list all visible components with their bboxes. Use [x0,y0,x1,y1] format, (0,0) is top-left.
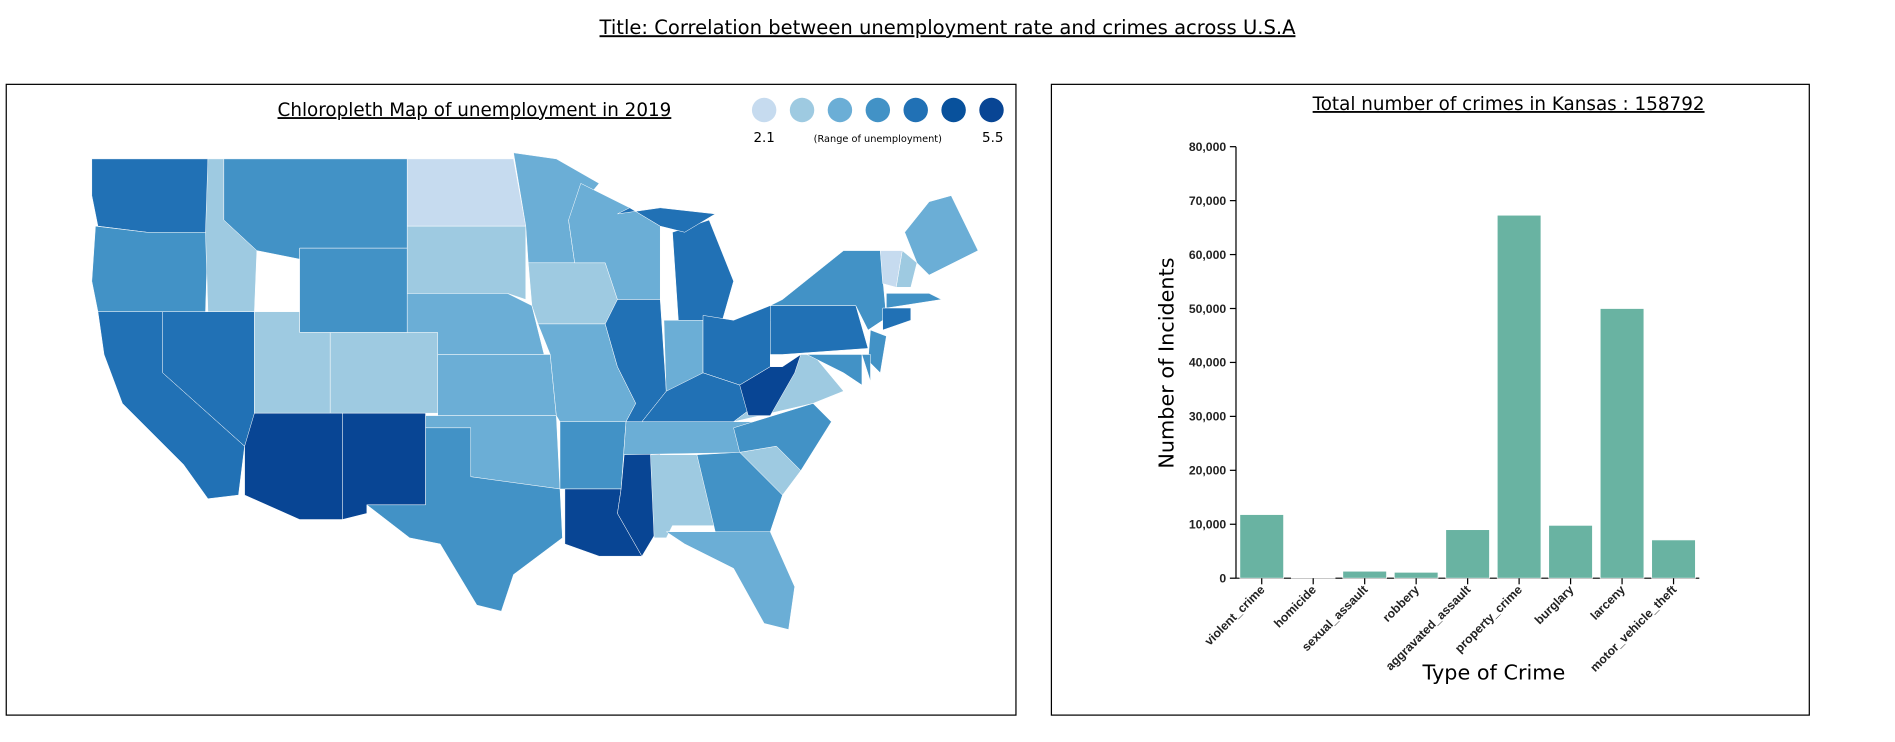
x-tick-label: robbery [1380,583,1422,625]
state-az[interactable] [244,412,343,520]
legend-swatch [789,97,815,123]
y-tick-label: 50,000 [1189,302,1227,316]
state-nj[interactable] [867,329,887,374]
legend-swatch [941,97,966,123]
legend-max-label: 5.5 [982,131,1003,146]
bar-sexual_assault[interactable] [1342,570,1387,579]
map-title: Chloropleth Map of unemployment in 2019 [278,100,672,121]
x-tick-label: larceny [1588,582,1628,622]
y-tick-label: 30,000 [1189,410,1227,424]
y-tick-label: 40,000 [1189,356,1227,370]
y-tick-label: 20,000 [1189,464,1227,478]
dashboard: Title: Correlation between unemployment … [5,16,1810,716]
x-tick-label: burglary [1532,583,1577,628]
bar-homicide[interactable] [1290,577,1336,579]
state-ia[interactable] [527,262,618,325]
bar-chart: 0 10,000 20,000 30,000 40,000 50,000 60,000 70,… [1189,140,1700,675]
bar-burglary[interactable] [1548,524,1593,579]
state-ar[interactable] [559,421,627,490]
state-sd[interactable] [406,225,527,300]
bar-aggravated_assault[interactable] [1445,529,1490,579]
legend-swatch [979,97,1004,123]
y-tick-label: 0 [1219,571,1226,585]
x-tick-label: aggravated_assault [1383,583,1474,674]
state-fl[interactable] [665,531,795,630]
y-tick-label: 10,000 [1189,518,1227,532]
legend-caption: (Range of unemployment) [814,134,942,145]
state-or[interactable] [91,225,209,312]
state-mt[interactable] [223,158,408,260]
bar-larceny[interactable] [1599,308,1645,579]
us-map [91,152,979,630]
state-pa[interactable] [770,305,869,355]
y-tick-label: 70,000 [1189,194,1227,208]
bar-robbery[interactable] [1393,571,1439,579]
legend-swatch [903,97,928,123]
state-nd[interactable] [406,158,527,227]
y-tick-label: 80,000 [1189,140,1227,154]
legend-swatch [865,97,891,123]
x-tick-label: homicide [1271,583,1319,631]
chart-title: Total number of crimes in Kansas : 15879… [1312,94,1705,115]
state-wa[interactable] [91,158,209,233]
y-tick-label: 60,000 [1189,248,1227,262]
state-de[interactable] [861,354,871,382]
state-ct[interactable] [882,307,912,331]
bar-property_crime[interactable] [1496,214,1542,579]
map-legend [751,97,1004,123]
bar-violent_crime[interactable] [1239,514,1284,579]
legend-swatch [827,97,853,123]
x-tick-label: violent_crime [1202,583,1268,649]
state-nm[interactable] [342,412,426,520]
page-title: Title: Correlation between unemployment … [599,16,1297,39]
x-axis-label: Type of Crime [1422,661,1566,685]
legend-swatch [751,97,777,123]
legend-min-label: 2.1 [753,131,774,146]
x-tick-label: motor_vehicle_theft [1587,583,1679,675]
state-wy[interactable] [299,247,408,333]
y-axis-label: Number of Incidents [1155,257,1179,468]
state-co[interactable] [329,332,439,414]
state-ks[interactable] [437,354,557,416]
state-ma[interactable] [886,293,943,309]
bar-motor_vehicle_theft[interactable] [1651,539,1696,579]
state-mi[interactable] [672,219,734,325]
